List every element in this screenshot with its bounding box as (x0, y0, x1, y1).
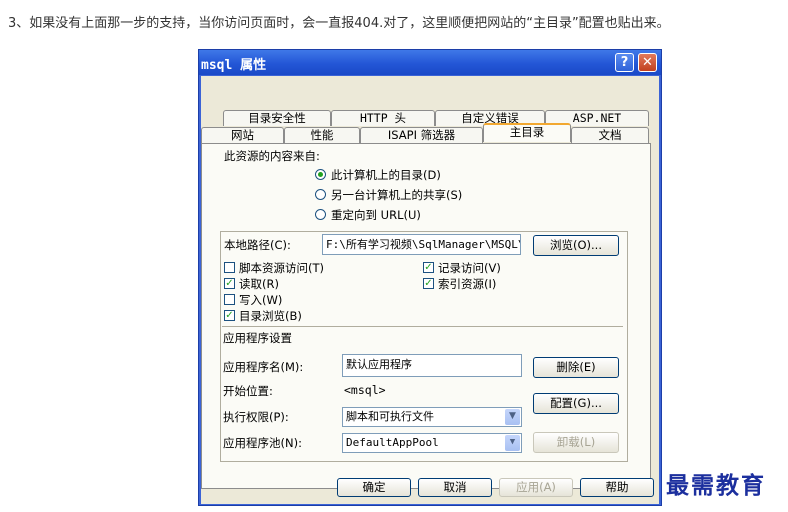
configure-button[interactable]: 配置(G)... (533, 393, 619, 414)
checkbox-write-label[interactable]: 写入(W) (239, 292, 282, 308)
local-path-label: 本地路径(C): (224, 238, 291, 252)
ok-button[interactable]: 确定 (337, 478, 411, 497)
checkbox-index-resource-label[interactable]: 索引资源(I) (438, 276, 496, 292)
title-bar[interactable]: msql 属性 ? ✕ (199, 50, 661, 75)
tab-documents[interactable]: 文档 (571, 127, 649, 143)
radio-network-share-label[interactable]: 另一台计算机上的共享(S) (331, 187, 462, 203)
app-pool-select[interactable]: DefaultAppPool ▼ (342, 433, 522, 453)
app-name-input[interactable]: 默认应用程序 (342, 354, 522, 377)
checkbox-dir-browse[interactable]: ✓ (224, 310, 235, 321)
checkbox-script-source-label[interactable]: 脚本资源访问(T) (239, 260, 324, 276)
cancel-button[interactable]: 取消 (418, 478, 492, 497)
checkbox-dir-browse-label[interactable]: 目录浏览(B) (239, 308, 302, 324)
tab-directory-security[interactable]: 目录安全性 (223, 110, 331, 126)
checkbox-read-label[interactable]: 读取(R) (239, 276, 279, 292)
start-position-value: <msql> (344, 383, 386, 397)
checkbox-index-resource[interactable]: ✓ (423, 278, 434, 289)
dialog-title: msql 属性 (201, 58, 267, 73)
checkbox-log-visits[interactable]: ✓ (423, 262, 434, 273)
dialog-client: 目录安全性 HTTP 头 自定义错误 ASP.NET 网站 性能 ISAPI 筛… (201, 76, 659, 504)
checkbox-script-source[interactable] (224, 262, 235, 273)
start-position-label: 开始位置: (223, 384, 273, 398)
close-icon[interactable]: ✕ (638, 53, 657, 72)
unload-button[interactable]: 卸载(L) (533, 432, 619, 453)
checkbox-read[interactable]: ✓ (224, 278, 235, 289)
properties-dialog: msql 属性 ? ✕ 目录安全性 HTTP 头 自定义错误 ASP.NET 网… (198, 49, 662, 506)
content-source-heading: 此资源的内容来自: (224, 149, 320, 163)
chevron-down-icon[interactable]: ▼ (505, 435, 520, 451)
page-caption: 3、如果没有上面那一步的支持，当你访问页面时，会一直报404.对了，这里顺便把网… (8, 16, 670, 31)
app-settings-heading: 应用程序设置 (223, 331, 292, 345)
help-button[interactable]: 帮助 (580, 478, 654, 497)
tab-isapi-filters[interactable]: ISAPI 筛选器 (360, 127, 483, 143)
tab-home-directory[interactable]: 主目录 (483, 123, 571, 142)
radio-redirect-url-label[interactable]: 重定向到 URL(U) (331, 207, 421, 223)
radio-redirect-url[interactable] (315, 209, 326, 220)
exec-permission-label: 执行权限(P): (223, 410, 289, 424)
exec-permission-select[interactable]: 脚本和可执行文件 ▼ (342, 407, 522, 427)
app-name-label: 应用程序名(M): (223, 360, 304, 374)
tab-http-headers[interactable]: HTTP 头 (331, 110, 435, 126)
radio-local-directory-label[interactable]: 此计算机上的目录(D) (331, 167, 441, 183)
tab-performance[interactable]: 性能 (284, 127, 360, 143)
watermark-logo: 最需教育 (666, 472, 766, 499)
app-pool-value: DefaultAppPool (346, 436, 439, 449)
checkbox-write[interactable] (224, 294, 235, 305)
radio-network-share[interactable] (315, 189, 326, 200)
local-path-input[interactable]: F:\所有学习视频\SqlManager\MSQL\M (322, 234, 521, 255)
radio-local-directory[interactable] (315, 169, 326, 180)
help-icon[interactable]: ? (615, 53, 634, 72)
remove-button[interactable]: 删除(E) (533, 357, 619, 378)
app-pool-label: 应用程序池(N): (223, 436, 302, 450)
browse-button[interactable]: 浏览(O)... (533, 235, 619, 256)
chevron-down-icon[interactable]: ▼ (505, 409, 520, 425)
group-separator (222, 326, 623, 327)
tab-website[interactable]: 网站 (201, 127, 284, 143)
apply-button[interactable]: 应用(A) (499, 478, 573, 497)
exec-permission-value: 脚本和可执行文件 (346, 410, 434, 423)
checkbox-log-visits-label[interactable]: 记录访问(V) (438, 260, 501, 276)
